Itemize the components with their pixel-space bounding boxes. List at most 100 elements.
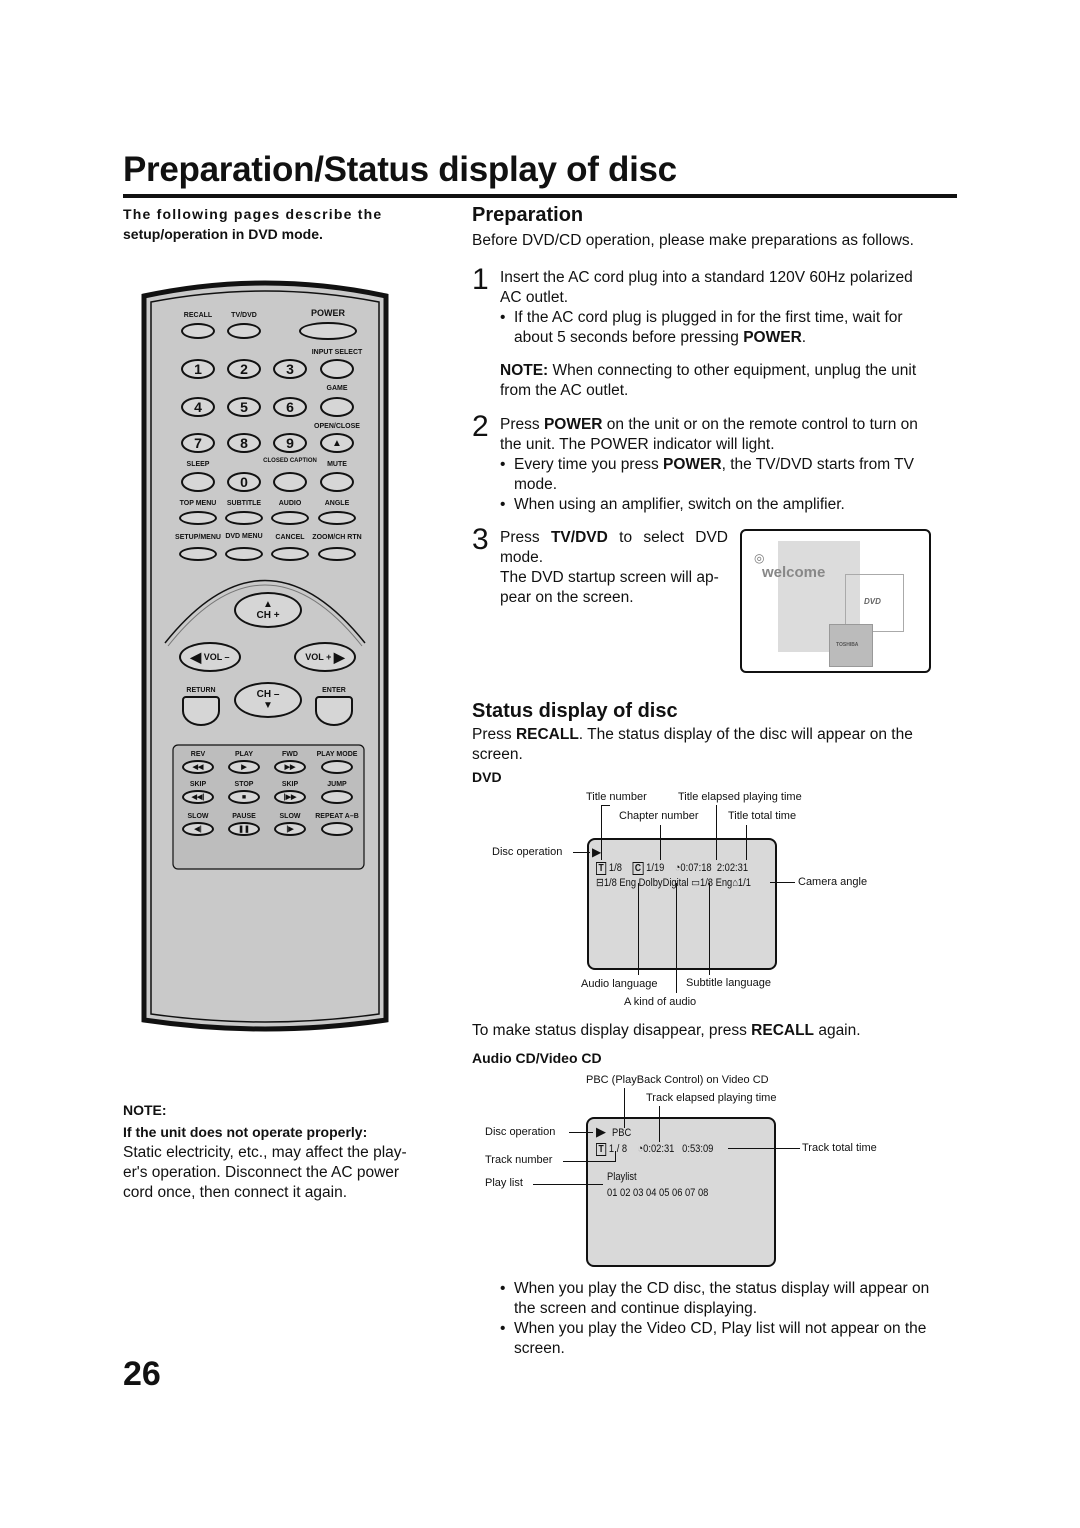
step-3-text: Press TV/DVD to select DVD mode. <box>500 528 728 568</box>
digit-button[interactable]: 6 <box>273 397 307 417</box>
note: NOTE: When connecting to other equipment… <box>500 361 935 401</box>
zoom-ch-rtn-button[interactable] <box>318 547 356 561</box>
brand-logo: TOSHIBA <box>836 642 859 648</box>
page-number: 26 <box>123 1355 161 1393</box>
skip-forward-button[interactable]: |▶▶ <box>274 790 306 804</box>
bullet: When you play the Video CD, Play list wi… <box>500 1319 937 1359</box>
top-menu-button[interactable] <box>179 511 217 525</box>
dvd-menu-button[interactable] <box>225 547 263 561</box>
digit-button[interactable]: 7 <box>181 433 215 453</box>
text: CH + <box>256 610 280 621</box>
recall-button[interactable] <box>181 323 215 339</box>
bold-text: RECALL <box>515 726 579 743</box>
play-button[interactable]: ▶ <box>228 760 260 774</box>
remote-label: POWER <box>310 308 346 318</box>
preparation-heading: Preparation <box>472 204 584 226</box>
text: VOL – <box>203 652 230 662</box>
callout-track-elapsed: Track elapsed playing time <box>646 1092 777 1104</box>
digit-button[interactable]: 3 <box>273 359 307 379</box>
power-button[interactable] <box>299 322 357 340</box>
rev-button[interactable]: ◀◀ <box>182 760 214 774</box>
leader-line <box>676 883 677 993</box>
vol-up-button[interactable]: VOL + ▶ <box>294 642 356 672</box>
digit-button[interactable]: 9 <box>273 433 307 453</box>
digit-button[interactable]: 4 <box>181 397 215 417</box>
leader-line <box>709 883 710 975</box>
intro-line: The following pages describe the <box>123 206 383 222</box>
dvd-heading: DVD <box>472 769 502 785</box>
tv-dvd-button[interactable] <box>227 323 261 339</box>
ch-up-button[interactable]: ▲ CH + <box>234 592 302 628</box>
slow-back-button[interactable]: ◀| <box>182 822 214 836</box>
leader-line <box>659 1106 660 1142</box>
vol-down-button[interactable]: ◀ VOL – <box>179 642 241 672</box>
step-3: Press TV/DVD to select DVD mode. The DVD… <box>500 528 728 608</box>
digit-button[interactable]: 2 <box>227 359 261 379</box>
digit-button[interactable]: 5 <box>227 397 261 417</box>
audio-button[interactable] <box>271 511 309 525</box>
slow-forward-button[interactable]: |▶ <box>274 822 306 836</box>
leader-line <box>728 1148 800 1149</box>
osd-chapter: 1/19 <box>646 862 665 874</box>
note-label: NOTE: <box>500 362 549 379</box>
bold-text: TV/DVD <box>550 529 608 546</box>
digit-button[interactable]: 0 <box>227 472 261 492</box>
leader-line <box>573 852 590 853</box>
remote-label: PAUSE <box>232 813 256 820</box>
osd-line-2: ⊟1/8 Eng DolbyDigital ▭1/8 Eng⌂1/1 <box>596 876 751 889</box>
fwd-button[interactable]: ▶▶ <box>274 760 306 774</box>
cd-bullets: When you play the CD disc, the status di… <box>500 1279 937 1359</box>
repeat-a-b-button[interactable] <box>321 822 353 836</box>
chapter-icon: C <box>632 862 644 875</box>
leader-line <box>638 883 639 975</box>
step-number: 1 <box>472 263 489 296</box>
ch-down-button[interactable]: CH – ▼ <box>234 682 302 718</box>
dvd-logo: DVD <box>864 597 881 606</box>
remote-label: FWD <box>282 751 298 758</box>
leader-line <box>716 805 717 860</box>
remote-label: REPEAT A–B <box>315 813 359 820</box>
remote-label: CLOSED CAPTION <box>263 458 317 464</box>
pause-button[interactable]: ❚❚ <box>228 822 260 836</box>
remote-label: OPEN/CLOSE <box>314 423 360 430</box>
remote-label: INPUT SELECT <box>311 349 363 356</box>
angle-button[interactable] <box>318 511 356 525</box>
sleep-button[interactable] <box>181 472 215 492</box>
bullet: When you play the CD disc, the status di… <box>500 1279 937 1319</box>
remote-label: SKIP <box>189 781 207 788</box>
mute-button[interactable] <box>320 472 354 492</box>
page-title: Preparation/Status display of disc <box>123 150 677 189</box>
leader-line <box>533 1184 603 1185</box>
remote-label: SLOW <box>279 813 301 820</box>
digit-button[interactable]: 1 <box>181 359 215 379</box>
open-close-button[interactable]: ▲ <box>320 433 354 453</box>
game-button[interactable] <box>320 397 354 417</box>
setup-menu-button[interactable] <box>179 547 217 561</box>
input-select-button[interactable] <box>320 359 354 379</box>
jump-button[interactable] <box>321 790 353 804</box>
note-text: When connecting to other equipment, unpl… <box>500 362 917 399</box>
left-arrow-icon: ◀ <box>190 648 202 665</box>
remote-label: SLOW <box>187 813 209 820</box>
subtitle-button[interactable] <box>225 511 263 525</box>
skip-back-button[interactable]: ◀◀| <box>182 790 214 804</box>
text: If the AC cord plug is plugged in for th… <box>514 309 903 346</box>
note-text: Static electricity, etc., may affect the… <box>123 1144 407 1201</box>
cd-heading: Audio CD/Video CD <box>472 1050 602 1066</box>
cancel-button[interactable] <box>271 547 309 561</box>
osd-playlist-tracks: 01 02 03 04 05 06 07 08 <box>607 1187 709 1199</box>
bold-text: POWER <box>743 329 802 346</box>
stop-button[interactable]: ■ <box>228 790 260 804</box>
right-arrow-icon: ▶ <box>333 648 345 665</box>
status-heading: Status display of disc <box>472 700 678 722</box>
play-mode-button[interactable] <box>321 760 353 774</box>
enter-button[interactable] <box>315 696 353 726</box>
text: VOL + <box>305 652 332 662</box>
closed-caption-button[interactable] <box>273 472 307 492</box>
digit-button[interactable]: 8 <box>227 433 261 453</box>
return-button[interactable] <box>182 696 220 726</box>
remote-label: ANGLE <box>324 500 350 507</box>
remote-label: RECALL <box>183 312 213 319</box>
osd-pbc: PBC <box>612 1127 632 1139</box>
step-1: Insert the AC cord plug into a standard … <box>500 268 935 401</box>
